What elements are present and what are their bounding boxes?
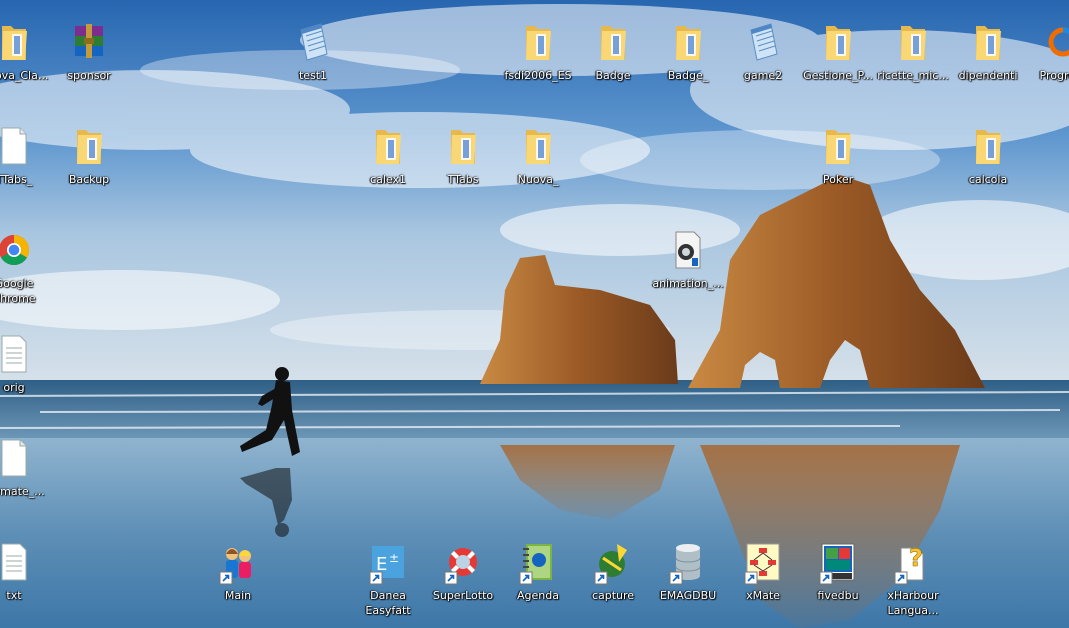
folder-icon: [597, 20, 629, 64]
document-icon: [0, 436, 30, 480]
desktop-icon-label: calex1: [370, 173, 406, 186]
desktop-icon-label: ricette_mic...: [877, 69, 949, 82]
text-file-icon: [0, 540, 30, 584]
folder-icon: [73, 124, 105, 168]
desktop-icon-poker[interactable]: Poker: [798, 116, 878, 214]
desktop-icon-badge[interactable]: Badge_: [648, 12, 728, 110]
desktop-icon-emagdbu[interactable]: EMAGDBU: [648, 532, 728, 628]
desktop-icon-label: Badge_: [667, 69, 709, 82]
desktop[interactable]: Nuova_Cla... sponsor test1 fsdi2006_ES Badge…: [0, 0, 1069, 628]
desktop-icon-label: Progress: [1039, 69, 1069, 82]
desktop-icon-superlotto[interactable]: SuperLotto: [423, 532, 503, 628]
chrome-icon: [0, 228, 30, 272]
desktop-icon-orig[interactable]: orig: [0, 324, 54, 422]
desktop-icon-gestione-p[interactable]: Gestione_P...: [798, 12, 878, 110]
desktop-icon-calcola[interactable]: calcola: [948, 116, 1028, 214]
desktop-icon-label: orig: [3, 381, 25, 394]
easyfatt-app-icon: E ±: [369, 540, 404, 585]
desktop-icon-label: test1: [298, 69, 328, 82]
database-icon: [669, 540, 704, 585]
animation-file-icon: [672, 228, 704, 272]
svg-text:±: ±: [389, 551, 399, 565]
desktop-icon-label: Nuova_Cla...: [0, 69, 49, 82]
desktop-icon-dipendenti[interactable]: dipendenti: [948, 12, 1028, 110]
desktop-icon-main[interactable]: Main: [198, 532, 278, 628]
desktop-icon-label: SuperLotto: [432, 589, 494, 602]
desktop-icon-capture[interactable]: capture: [573, 532, 653, 628]
lifebuoy-icon: [444, 540, 479, 585]
notepad-icon: [297, 20, 329, 64]
desktop-icon-label: calcola: [968, 173, 1008, 186]
svg-text:?: ?: [909, 544, 923, 572]
desktop-icon-label: Backup: [68, 173, 110, 186]
desktop-icon-backup[interactable]: Backup: [49, 116, 129, 214]
desktop-icon-ricette-mic[interactable]: ricette_mic...: [873, 12, 953, 110]
desktop-icon-test1[interactable]: test1: [273, 12, 353, 110]
desktop-icon-danea-easyfatt[interactable]: E ± Danea Easyfatt: [348, 532, 428, 628]
desktop-icon-label: Poker: [822, 173, 854, 186]
people-app-icon: [219, 540, 254, 585]
agenda-notebook-icon: [519, 540, 554, 585]
folder-icon: [972, 20, 1004, 64]
desktop-icon-badge[interactable]: Badge: [573, 12, 653, 110]
desktop-icon-xmate[interactable]: xMate: [723, 532, 803, 628]
desktop-icon-label: Danea Easyfatt: [365, 589, 411, 617]
desktop-icon-label: animation_...: [652, 277, 724, 290]
desktop-icon-label: TTabs_: [0, 173, 33, 186]
desktop-icon-fsdi2006-es[interactable]: fsdi2006_ES: [498, 12, 578, 110]
text-file-icon: [0, 332, 30, 376]
desktop-icon-label: Agenda: [517, 589, 559, 602]
notepad-icon: [747, 20, 779, 64]
desktop-icon-label: game2: [743, 69, 783, 82]
desktop-icon-calex1[interactable]: calex1: [348, 116, 428, 214]
desktop-icon-label: Google Chrome: [0, 277, 36, 305]
desktop-icon-label: Fermate_...: [0, 485, 45, 498]
folder-icon: [822, 20, 854, 64]
folder-icon: [522, 20, 554, 64]
desktop-icon-txt[interactable]: txt: [0, 532, 54, 628]
desktop-icon-fivedbu[interactable]: fivedbu: [798, 532, 878, 628]
desktop-icon-animation[interactable]: animation_...: [648, 220, 728, 318]
desktop-icon-label: xHarbour Langua...: [887, 589, 939, 617]
folder-icon: [972, 124, 1004, 168]
desktop-icon-game2[interactable]: game2: [723, 12, 803, 110]
desktop-icon-fermate[interactable]: Fermate_...: [0, 428, 54, 526]
desktop-icon-label: capture: [591, 589, 635, 602]
folder-icon: [0, 20, 30, 64]
desktop-icon-label: EMAGDBU: [659, 589, 717, 602]
desktop-icon-label: txt: [6, 589, 22, 602]
desktop-icon-label: sponsor: [67, 69, 111, 82]
desktop-icon-progress[interactable]: Progress: [1023, 12, 1069, 110]
desktop-icon-nuova-cla[interactable]: Nuova_Cla...: [0, 12, 54, 110]
desktop-icon-sponsor[interactable]: sponsor: [49, 12, 129, 110]
desktop-icon-label: fsdi2006_ES: [504, 69, 572, 82]
desktop-icon-agenda[interactable]: Agenda: [498, 532, 578, 628]
desktop-icon-label: dipendenti: [958, 69, 1018, 82]
folder-icon: [372, 124, 404, 168]
folder-icon: [822, 124, 854, 168]
desktop-icon-label: fivedbu: [817, 589, 859, 602]
desktop-icon-label: xMate: [746, 589, 780, 602]
winrar-archive-icon: [73, 20, 105, 64]
folder-icon: [447, 124, 479, 168]
fivewin-app-icon: [819, 540, 855, 585]
desktop-icon-ttabs[interactable]: TTabs: [423, 116, 503, 214]
folder-icon: [672, 20, 704, 64]
desktop-icon-nuova[interactable]: Nuova_: [498, 116, 578, 214]
desktop-icon-ttabs[interactable]: TTabs_: [0, 116, 54, 214]
help-question-icon: ?: [894, 540, 929, 585]
document-icon: [0, 124, 30, 168]
desktop-icon-label: Badge: [595, 69, 631, 82]
flowchart-app-icon: [744, 540, 780, 585]
folder-icon: [522, 124, 554, 168]
capture-app-icon: [594, 540, 629, 585]
desktop-icon-google-chrome[interactable]: Google Chrome: [0, 220, 54, 318]
desktop-icon-label: Gestione_P...: [803, 69, 873, 82]
desktop-icon-label: Main: [224, 589, 252, 602]
desktop-icon-label: TTabs: [447, 173, 479, 186]
folder-icon: [897, 20, 929, 64]
desktop-icon-xharbour-langua[interactable]: ? xHarbour Langua...: [873, 532, 953, 628]
progress-app-icon: [1047, 20, 1069, 64]
desktop-icon-label: Nuova_: [517, 173, 559, 186]
